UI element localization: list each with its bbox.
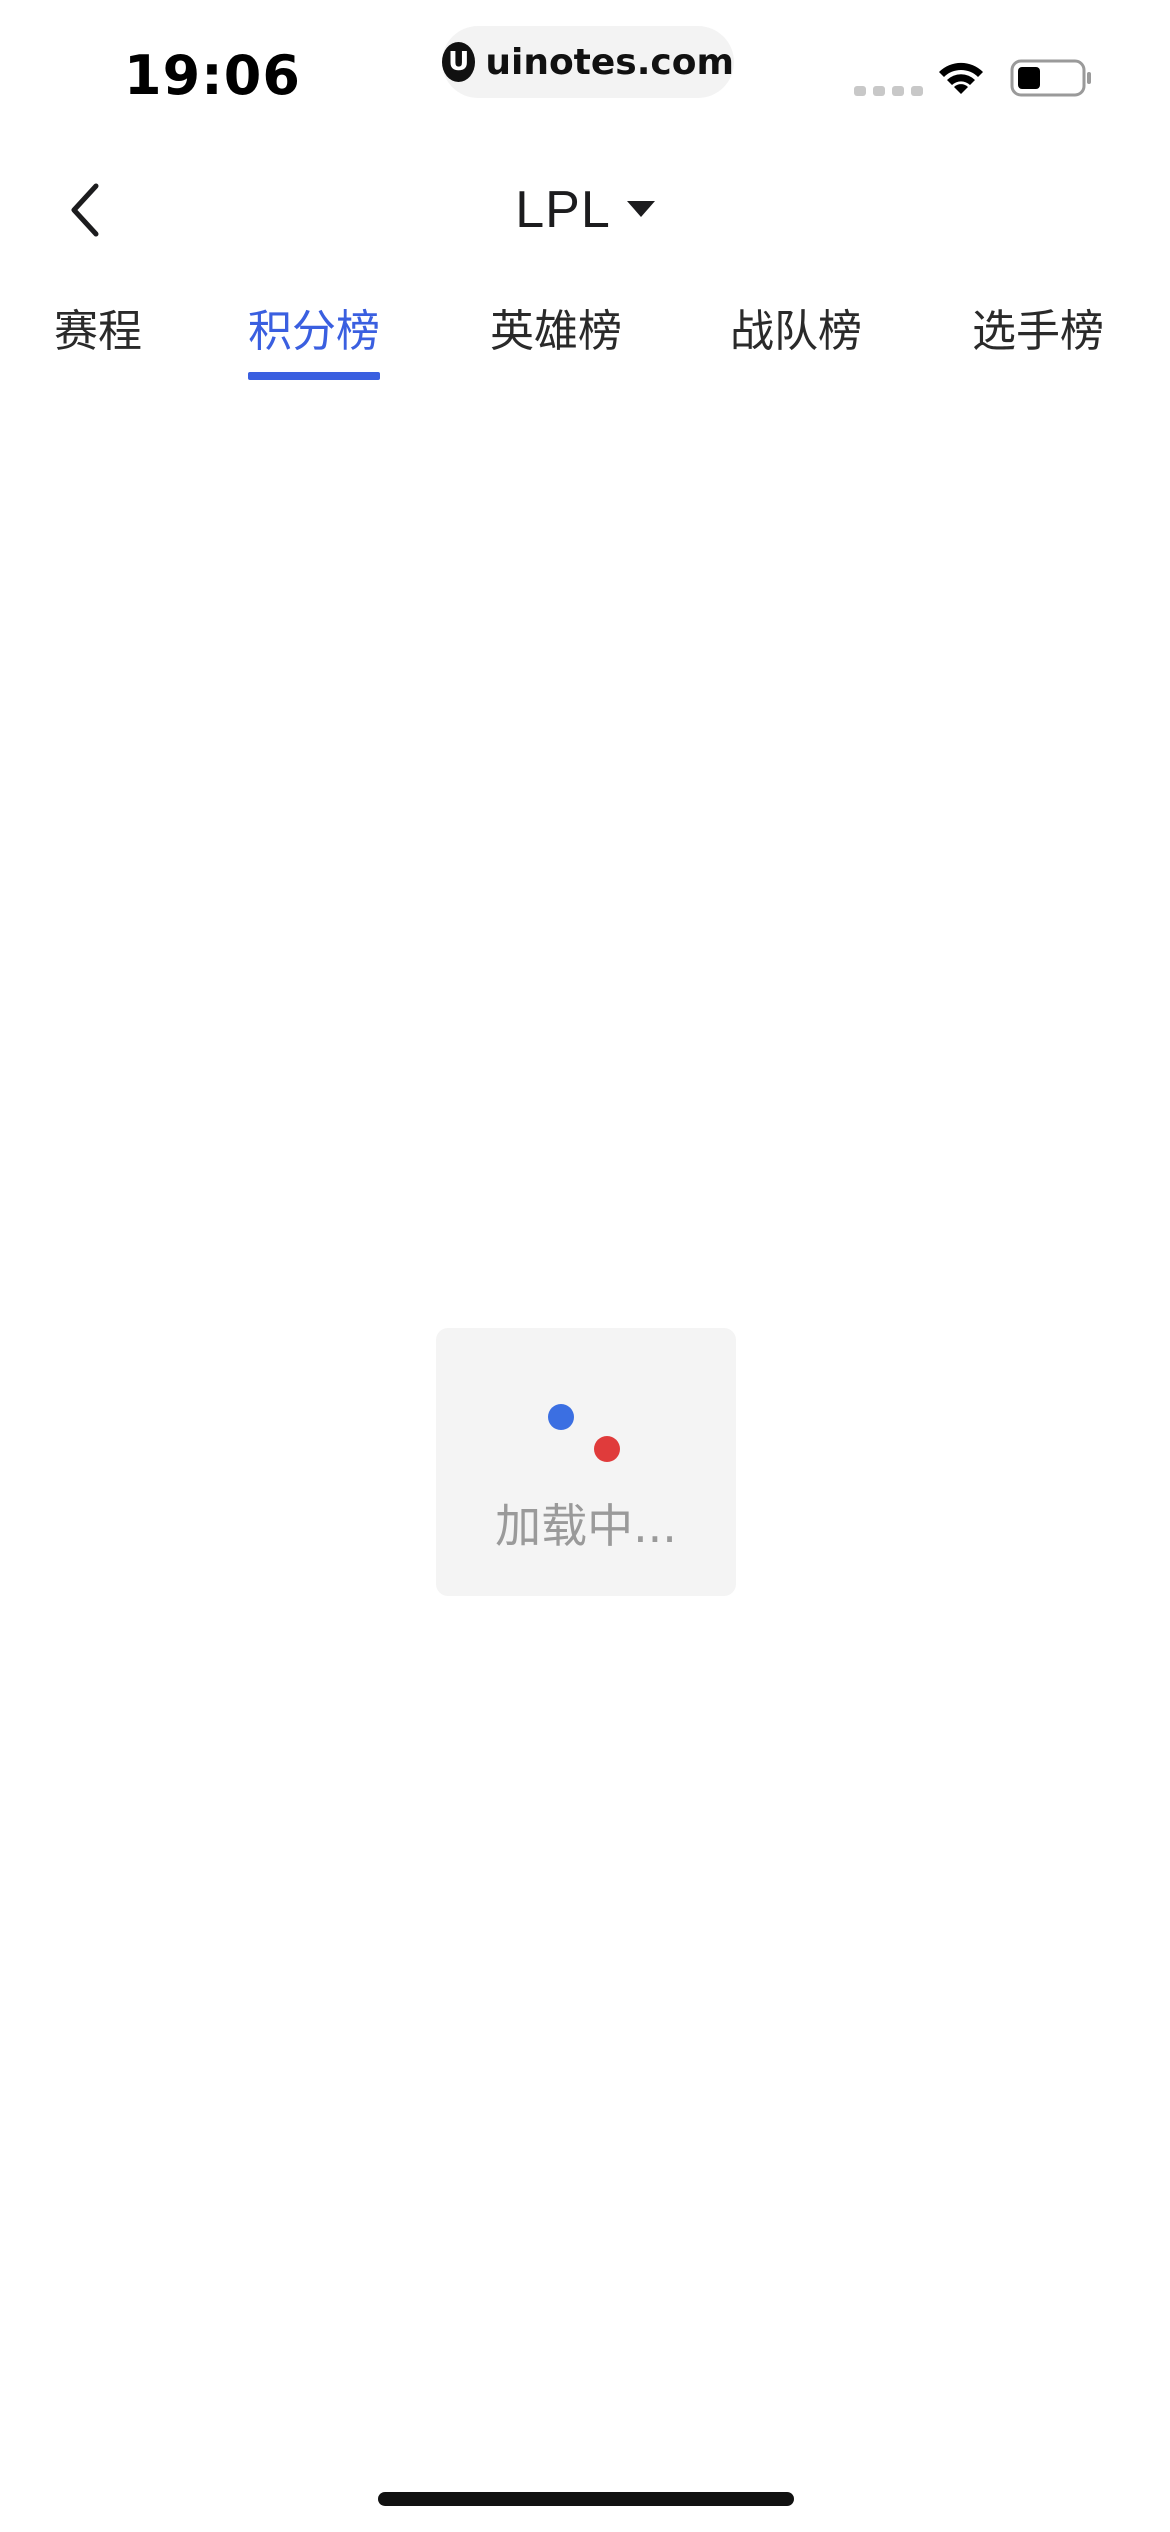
tab-standings[interactable]: 积分榜 — [248, 296, 380, 392]
cellular-signal-icon — [854, 86, 923, 96]
league-selector-wrap: LPL — [0, 174, 1170, 246]
url-text: uinotes.com — [485, 41, 734, 83]
tab-label: 英雄榜 — [490, 306, 622, 357]
battery-icon — [1010, 59, 1091, 97]
league-title: LPL — [515, 181, 611, 239]
tab-heroes[interactable]: 英雄榜 — [490, 296, 622, 392]
tab-schedule[interactable]: 赛程 — [54, 296, 142, 392]
tab-teams[interactable]: 战队榜 — [730, 296, 862, 392]
url-pill[interactable]: U uinotes.com — [442, 26, 734, 98]
status-bar: 19:06 U uinotes.com — [0, 0, 1170, 140]
nav-header: LPL — [0, 150, 1170, 270]
site-logo-icon: U — [442, 42, 476, 82]
chevron-left-icon — [71, 183, 99, 237]
active-tab-indicator — [248, 372, 380, 380]
tab-players[interactable]: 选手榜 — [972, 296, 1104, 392]
tab-label: 积分榜 — [248, 306, 380, 357]
loading-dot-red — [594, 1436, 620, 1462]
tab-label: 选手榜 — [972, 306, 1104, 357]
tab-bar: 赛程 积分榜 英雄榜 战队榜 选手榜 — [0, 296, 1170, 392]
tab-label: 战队榜 — [730, 306, 862, 357]
loading-dot-blue — [548, 1404, 574, 1430]
loading-indicator: 加载中... — [436, 1328, 736, 1596]
back-button[interactable] — [44, 170, 124, 250]
loading-text: 加载中... — [495, 1499, 677, 1553]
league-selector[interactable]: LPL — [515, 180, 655, 240]
wifi-icon — [939, 62, 983, 94]
caret-down-icon — [626, 201, 655, 217]
home-indicator[interactable] — [378, 2492, 794, 2506]
tab-label: 赛程 — [54, 306, 142, 357]
status-time: 19:06 — [124, 44, 301, 107]
